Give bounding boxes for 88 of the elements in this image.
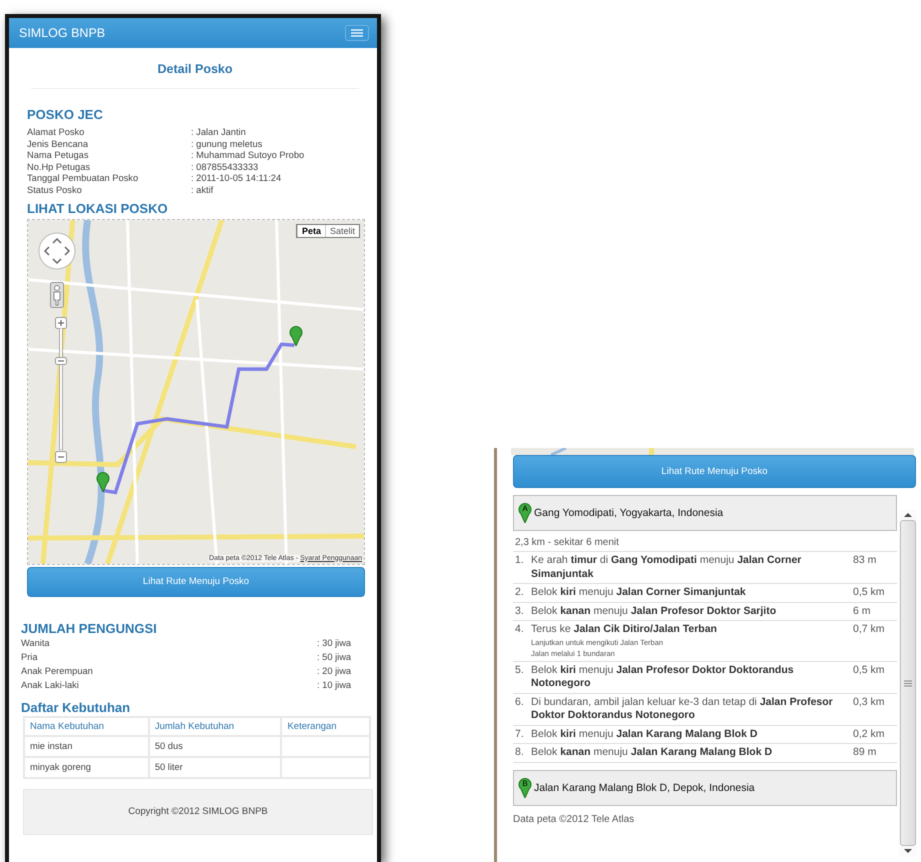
direction-step[interactable]: 3. Belok kanan menuju Jalan Profesor Doktor Sarjito 6 m xyxy=(513,602,897,621)
zoom-in-icon[interactable] xyxy=(55,316,67,329)
refugee-count: : 20 jiwa xyxy=(317,664,352,678)
field-value: : Muhammad Sutoyo Probo xyxy=(191,150,306,162)
scroll-up-icon[interactable] xyxy=(904,510,912,520)
direction-step[interactable]: 6. Di bundaran, ambil jalan keluar ke-3 dan tetap di Jalan Profesor Doktor Doktorandus Notonegoro 0,3 km xyxy=(513,694,897,726)
step-distance: 89 m xyxy=(853,746,878,760)
step-number: 8. xyxy=(515,746,525,760)
section-heading: Daftar Kebutuhan xyxy=(21,700,132,715)
pan-control-icon[interactable] xyxy=(38,232,76,270)
table-cell: minyak goreng xyxy=(25,758,148,777)
refugee-label: Pria xyxy=(21,650,39,664)
direction-step[interactable]: 8. Belok kanan menuju Jalan Karang Malang Blok D 89 m xyxy=(513,744,897,762)
table-cell: mie instan xyxy=(25,736,148,756)
step-text: Belok kiri menuju Jalan Corner Simanjuntak xyxy=(531,586,746,598)
step-distance: 0,7 km xyxy=(853,623,886,637)
address-text: Jalan Karang Malang Blok D, Depok, Indonesia xyxy=(534,782,755,794)
step-number: 5. xyxy=(515,664,525,678)
step-distance: 83 m xyxy=(853,554,878,568)
refugee-label: Wanita xyxy=(21,636,51,650)
step-text: Belok kiri menuju Jalan Karang Malang Blok D xyxy=(531,728,758,740)
zoom-slider-track[interactable] xyxy=(59,328,63,450)
step-number: 6. xyxy=(515,696,525,710)
step-text: Terus ke Jalan Cik Ditiro/Jalan Terban xyxy=(531,623,717,635)
field-value: : 087855433333 xyxy=(191,162,260,174)
section-heading: POSKO JEC xyxy=(27,107,104,122)
zoom-out-icon[interactable] xyxy=(55,450,67,463)
map-marker-icon: A xyxy=(518,503,532,523)
field-label: Jenis Bencana xyxy=(27,138,89,150)
column-header: Keterangan xyxy=(282,718,369,735)
refugee-count: : 50 jiwa xyxy=(317,650,352,664)
table-cell: 50 dus xyxy=(150,736,280,756)
direction-step[interactable]: 7. Belok kiri menuju Jalan Karang Malang Blok D 0,2 km xyxy=(513,726,897,744)
address-text: Gang Yomodipati, Yogyakarta, Indonesia xyxy=(534,507,724,519)
step-distance: 0,5 km xyxy=(853,586,886,600)
field-value: : Jalan Jantin xyxy=(191,127,247,139)
field-value: : 2011-10-05 14:11:24 xyxy=(191,173,282,185)
direction-step[interactable]: 2. Belok kiri menuju Jalan Corner Simanjuntak 0,5 km xyxy=(513,584,897,602)
scroll-down-icon[interactable] xyxy=(904,846,912,856)
step-number: 4. xyxy=(515,623,525,637)
step-distance: 0,3 km xyxy=(853,696,886,710)
page-title: Detail Posko xyxy=(31,48,359,89)
step-text: Belok kiri menuju Jalan Profesor Doktor Doktorandus Notonegoro xyxy=(531,664,794,689)
step-distance: 0,5 km xyxy=(853,664,886,678)
menu-button[interactable] xyxy=(345,25,369,41)
step-text: Belok kanan menuju Jalan Karang Malang Blok D xyxy=(531,746,772,758)
field-label: Status Posko xyxy=(27,184,83,197)
field-label: Alamat Posko xyxy=(27,127,86,139)
person-icon[interactable] xyxy=(50,282,64,308)
field-value: : gunung meletus xyxy=(191,138,264,150)
step-text: Belok kanan menuju Jalan Profesor Doktor Sarjito xyxy=(531,604,776,616)
map-marker-icon: B xyxy=(518,778,532,798)
scrollbar-thumb[interactable] xyxy=(900,520,916,846)
step-number: 3. xyxy=(515,604,525,618)
table-cell: 50 liter xyxy=(150,758,280,777)
section-heading: JUMLAH PENGUNGSI xyxy=(21,620,158,636)
column-header: Nama Kebutuhan xyxy=(25,718,148,735)
field-label: Tanggal Pembuatan Posko xyxy=(27,173,140,185)
field-label: Nama Petugas xyxy=(27,150,90,162)
step-distance: 6 m xyxy=(853,604,872,618)
step-number: 7. xyxy=(515,728,525,741)
step-distance: 0,2 km xyxy=(853,728,886,741)
step-text: Di bundaran, ambil jalan keluar ke-3 dan tetap di Jalan Profesor Doktor Doktorandus Notonegoro xyxy=(531,696,833,721)
app-title: SIMLOG BNPB xyxy=(19,26,106,40)
field-label: No.Hp Petugas xyxy=(27,162,92,174)
refugee-label: Anak Laki-laki xyxy=(21,678,80,692)
scrollbar[interactable] xyxy=(899,510,917,856)
route-endpoint[interactable]: B Jalan Karang Malang Blok D, Depok, Indonesia xyxy=(513,770,897,806)
field-value: : aktif xyxy=(191,184,214,197)
map-marker-icon xyxy=(289,326,303,346)
step-text: Ke arah timur di Gang Yomodipati menuju Jalan Corner Simanjuntak xyxy=(531,554,802,580)
direction-step[interactable]: 5. Belok kiri menuju Jalan Profesor Doktor Doktorandus Notonegoro 0,5 km xyxy=(513,662,897,694)
column-header: Jumlah Kebutuhan xyxy=(150,718,280,735)
copyright-text: Copyright ©2012 SIMLOG BNPB xyxy=(128,806,268,818)
section-heading: LIHAT LOKASI POSKO xyxy=(27,200,169,216)
refugee-label: Anak Perempuan xyxy=(21,664,94,678)
zoom-slider-handle[interactable] xyxy=(55,356,67,365)
step-number: 2. xyxy=(515,586,525,600)
map-attribution: Data peta ©2012 Tele Atlas xyxy=(513,812,636,824)
menu-icon xyxy=(351,29,363,37)
refugee-count: : 30 jiwa xyxy=(317,636,352,650)
step-number: 1. xyxy=(515,554,525,568)
grip-icon xyxy=(904,680,912,686)
direction-step[interactable]: 1. Ke arah timur di Gang Yomodipati menuju Jalan Corner Simanjuntak 83 m xyxy=(513,552,897,584)
route-endpoint[interactable]: A Gang Yomodipati, Yogyakarta, Indonesia xyxy=(513,495,897,531)
route-summary: 2,3 km - sekitar 6 menit xyxy=(513,531,897,552)
map-marker-icon xyxy=(96,472,110,492)
refugee-count: : 10 jiwa xyxy=(317,678,352,692)
